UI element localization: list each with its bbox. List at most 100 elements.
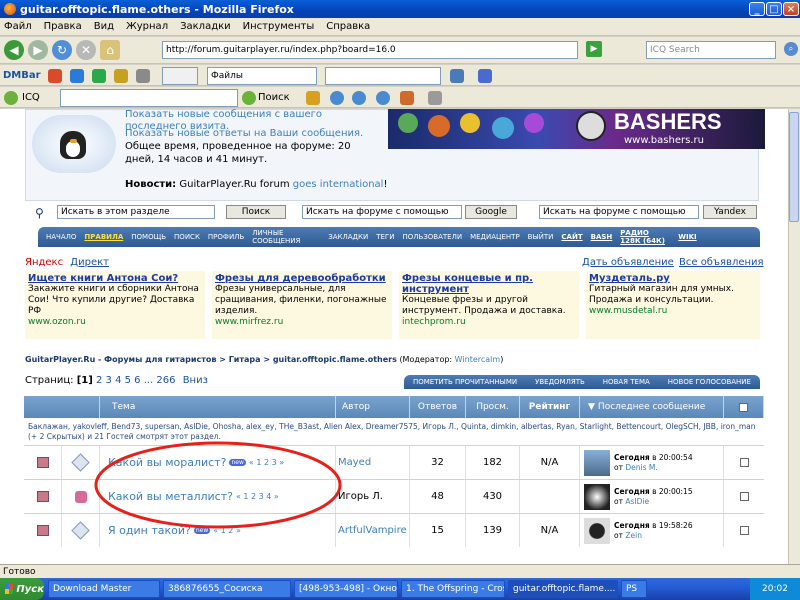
last-post-user[interactable]: Zein [625,531,642,540]
task-media-player[interactable]: 1. The Offspring - Cros... [401,580,505,598]
ad-block[interactable]: Фрезы для деревообработки Фрезы универса… [212,271,392,339]
minimize-button[interactable]: _ [749,2,765,16]
forward-button[interactable]: ▶ [28,40,48,60]
nav-site[interactable]: САЙТ [561,233,582,241]
moderator-link[interactable]: Wintercalm [455,355,501,364]
task-download-master[interactable]: Download Master [48,580,160,598]
new-poll-button[interactable]: НОВОЕ ГОЛОСОВАНИЕ [668,378,751,386]
menu-tools[interactable]: Инструменты [243,21,315,32]
ad-title[interactable]: Фрезы для деревообработки [215,273,389,284]
ad-title[interactable]: Муздеталь.ру [589,273,757,284]
search-icon[interactable]: ⌕ [784,42,798,56]
back-button[interactable]: ◀ [4,40,24,60]
icq-query-input[interactable] [60,89,238,107]
queue-icon[interactable] [70,69,84,83]
menu-edit[interactable]: Правка [44,21,82,32]
start-button[interactable]: Пуск [0,578,44,600]
google-search-button[interactable]: Google [465,205,517,219]
scroll-down-link[interactable]: Вниз [183,375,208,386]
home-button[interactable]: ⌂ [100,40,120,60]
stats-icon[interactable] [114,69,128,83]
icq-search-input[interactable]: ICQ Search [646,41,776,59]
select-all-checkbox[interactable] [739,402,748,412]
col-replies-header[interactable]: Ответов [410,396,466,418]
row-checkbox[interactable] [739,458,749,467]
zoom-reset-icon[interactable] [376,91,390,105]
settings-icon[interactable] [92,69,106,83]
ad-block[interactable]: Фрезы концевые и пр. инструмент Концевые… [399,271,579,339]
mark-read-button[interactable]: ПОМЕТИТЬ ПРОЧИТАННЫМИ [413,378,517,386]
person-icon[interactable] [400,91,414,105]
ad-block[interactable]: Муздеталь.ру Гитарный магазин для умных.… [586,271,760,339]
nav-radio[interactable]: РАДИО 128К (64К) [620,229,668,245]
task-folder[interactable]: 386876655_Сосиска [163,580,291,598]
nav-media[interactable]: МЕДИАЦЕНТР [470,233,520,241]
menu-help[interactable]: Справка [326,21,370,32]
highlight-icon[interactable] [306,91,320,105]
reload-button[interactable]: ↻ [52,40,72,60]
find-icon[interactable] [450,69,464,83]
page-links[interactable]: 2 3 4 5 6 ... 266 [96,375,176,386]
arrow-down-icon[interactable] [478,69,492,83]
ad-title[interactable]: Фрезы концевые и пр. инструмент [402,273,576,295]
col-views-header[interactable]: Просм. [466,396,520,418]
icq-search-button[interactable]: Поиск [258,92,290,103]
download-icon[interactable] [48,69,62,83]
col-author-header[interactable]: Автор [336,396,410,418]
dm-box[interactable] [162,67,198,85]
section-search-input[interactable]: Искать в этом разделе [57,205,215,219]
nav-wiki[interactable]: WIKI [678,233,696,241]
clock[interactable]: 20:02 [762,584,788,594]
nav-profile[interactable]: ПРОФИЛЬ [208,233,244,241]
col-topic-header[interactable]: Тема [100,396,336,418]
menu-file[interactable]: Файл [4,21,32,32]
address-bar[interactable]: http://forum.guitarplayer.ru/index.php?b… [162,41,578,59]
col-last-post-header[interactable]: ▼ Последнее сообщение [580,396,724,418]
nav-bash[interactable]: BASH [591,233,613,241]
tools-icon[interactable] [136,69,150,83]
new-topic-button[interactable]: НОВАЯ ТЕМА [603,378,650,386]
nav-help[interactable]: ПОМОЩЬ [131,233,166,241]
yandex-search-input[interactable]: Искать на форуме с помощью [539,205,699,219]
ad-url[interactable]: www.musdetal.ru [589,306,757,317]
nav-users[interactable]: ПОЛЬЗОВАТЕЛИ [402,233,462,241]
breadcrumb-path[interactable]: GuitarPlayer.Ru - Форумы для гитаристов … [25,355,397,364]
stop-button[interactable]: ✕ [76,40,96,60]
icq-search-icon[interactable] [242,91,256,105]
task-icq-window[interactable]: [498-953-498] - Окно ... [294,580,398,598]
nav-bookmarks[interactable]: ЗАКЛАДКИ [328,233,368,241]
yandex-search-button[interactable]: Yandex [703,205,757,219]
news-link[interactable]: goes international [293,179,384,190]
task-firefox[interactable]: guitar.offtopic.flame.... [508,580,618,598]
section-search-button[interactable]: Поиск [226,205,286,219]
zoom-in-icon[interactable] [330,91,344,105]
dm-search-input[interactable] [325,67,441,85]
close-button[interactable]: × [783,2,799,16]
nav-tags[interactable]: ТЕГИ [376,233,394,241]
task-photoshop[interactable]: PS [621,580,647,598]
ad-url[interactable]: intechprom.ru [402,317,576,328]
notify-button[interactable]: УВЕДОМЛЯТЬ [535,378,585,386]
nav-home[interactable]: НАЧАЛО [46,233,76,241]
ad-title[interactable]: Ищете книги Антона Сои? [28,273,202,284]
last-post-user[interactable]: AsIDie [625,497,649,506]
last-post-user[interactable]: Denis M. [625,463,657,472]
menu-history[interactable]: Журнал [126,21,168,32]
row-checkbox[interactable] [739,492,749,501]
all-ads-link[interactable]: Все объявления [679,257,764,268]
nav-search[interactable]: ПОИСК [174,233,200,241]
nav-messages[interactable]: ЛИЧНЫЕ СООБЩЕНИЯ [252,229,300,245]
direct-link[interactable]: Директ [70,257,109,268]
files-select[interactable]: Файлы [207,67,317,85]
submit-ad-link[interactable]: Дать объявление [582,257,674,268]
new-replies-link[interactable]: Показать новые ответы на Ваши сообщения. [125,128,385,139]
menu-view[interactable]: Вид [94,21,114,32]
bashers-banner[interactable]: BASHERS www.bashers.ru [388,109,765,149]
ad-block[interactable]: Ищете книги Антона Сои? Закажите книги и… [25,271,205,339]
ad-url[interactable]: www.mirfrez.ru [215,317,389,328]
row-checkbox[interactable] [739,526,749,535]
pencil-icon[interactable] [428,91,442,105]
nav-rules[interactable]: ПРАВИЛА [84,233,123,241]
nav-logout[interactable]: ВЫЙТИ [528,233,554,241]
ad-url[interactable]: www.ozon.ru [28,317,202,328]
